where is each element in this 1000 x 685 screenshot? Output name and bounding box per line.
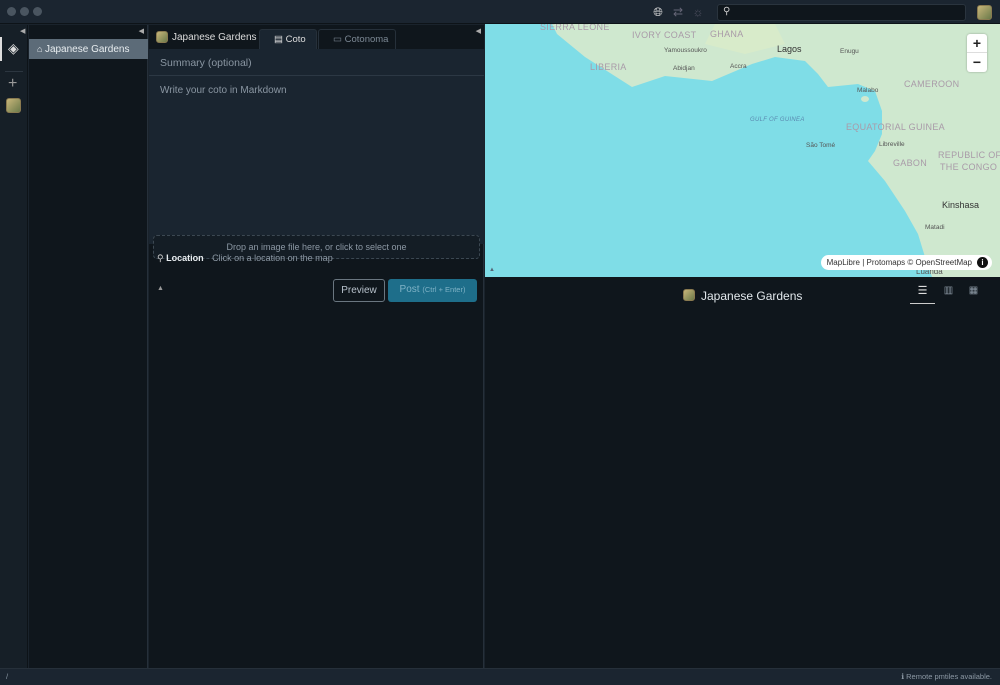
city-label: Malabo <box>857 87 879 94</box>
view-grid-button[interactable]: ▦ <box>961 282 986 304</box>
map-land <box>552 24 1000 277</box>
caret-left-icon[interactable]: ◀ <box>139 27 144 35</box>
city-label: Libreville <box>879 141 905 148</box>
cotonoma-avatar <box>156 31 168 43</box>
city-label: Matadi <box>925 224 945 231</box>
plus-icon[interactable]: + <box>8 75 17 93</box>
map-attribution: MapLibre | Protomaps © OpenStreetMap i <box>820 255 992 270</box>
city-label: Enugu <box>840 48 859 55</box>
country-label: LIBERIA <box>590 62 627 72</box>
user-avatar[interactable] <box>977 5 992 20</box>
search-input[interactable]: ⚲ <box>717 4 966 21</box>
layers-button[interactable]: ◈ <box>0 37 28 61</box>
city-label: São Tomé <box>806 142 836 149</box>
tab-coto[interactable]: ▤ Coto <box>259 29 317 49</box>
timeline-title: Japanese Gardens <box>701 289 803 303</box>
attribution-text[interactable]: MapLibre | Protomaps © OpenStreetMap <box>827 258 972 267</box>
caret-left-icon[interactable]: ◀ <box>476 27 481 35</box>
cotonoma-avatar <box>683 289 695 301</box>
view-rows-button[interactable]: ☰ <box>910 282 935 304</box>
city-label: Accra <box>730 63 747 70</box>
content-textarea[interactable]: Write your coto in Markdown <box>149 77 484 227</box>
tab-cotonoma[interactable]: ▭ Cotonoma <box>318 29 396 49</box>
country-label: SIERRA LEONE <box>540 24 610 32</box>
grid-icon: ▦ <box>968 285 979 296</box>
country-label: THE CONGO <box>940 162 998 172</box>
city-label: Kinshasa <box>942 200 980 210</box>
caret-up-icon[interactable]: ▲ <box>489 267 495 273</box>
coto-editor: Japanese Gardens ▤ Coto ▭ Cotonoma ◀ Sum… <box>149 25 484 668</box>
coto-form: Summary (optional) Write your coto in Ma… <box>149 49 484 259</box>
rows-icon: ☰ <box>917 285 928 297</box>
swap-icon[interactable]: ⇄ <box>671 5 685 19</box>
status-path: / <box>6 672 9 681</box>
map[interactable]: SIERRA LEONE IVORY COAST GHANA LIBERIA C… <box>485 24 1000 277</box>
country-label: CAMEROON <box>904 79 960 89</box>
sun-icon[interactable]: ☼ <box>691 5 705 19</box>
country-label: GABON <box>893 158 928 168</box>
cotonoma-avatar[interactable] <box>6 98 21 113</box>
city-label: Abidjan <box>673 65 695 72</box>
city-label: Yamoussoukro <box>664 47 707 54</box>
minimize-window-button[interactable] <box>20 7 29 16</box>
summary-input[interactable]: Summary (optional) <box>149 49 484 76</box>
maximize-window-button[interactable] <box>33 7 42 16</box>
home-icon: ⌂ <box>37 44 45 54</box>
layers-icon: ◈ <box>8 40 19 56</box>
title-bar: 🌐︎ ⇄ ☼ ⚲ <box>0 0 1000 24</box>
editor-header: Japanese Gardens ▤ Coto ▭ Cotonoma ◀ <box>149 25 484 49</box>
location-hint: Click on a location on the map <box>212 253 333 263</box>
document-icon: ▤ <box>274 34 286 45</box>
country-label: REPUBLIC OF <box>938 150 1000 160</box>
map-pin-icon: ⚲ <box>157 253 164 263</box>
zoom-in-button[interactable]: + <box>967 34 987 53</box>
map-zoom-controls: + − <box>967 34 987 72</box>
country-label: GHANA <box>710 29 744 39</box>
cotonoma-nav: ◀ ⌂ Japanese Gardens <box>29 25 148 668</box>
city-label: Lagos <box>777 44 802 54</box>
location-row: ⚲ Location Click on a location on the ma… <box>157 253 333 264</box>
view-columns-button[interactable]: ▥ <box>936 282 961 304</box>
timeline-pane: Japanese Gardens ☰ ▥ ▦ <box>485 277 1000 668</box>
caret-left-icon[interactable]: ◀ <box>20 27 25 35</box>
location-label: Location <box>166 253 204 263</box>
status-message: ℹ Remote pmtiles available. <box>901 672 992 681</box>
current-cotonoma: Japanese Gardens <box>172 32 257 43</box>
caret-up-icon[interactable]: ▲ <box>157 285 164 292</box>
zoom-out-button[interactable]: − <box>967 53 987 72</box>
columns-icon: ▥ <box>943 285 954 296</box>
sea-label: GULF OF GUINEA <box>750 117 805 123</box>
divider <box>5 71 23 72</box>
nav-item-japanese-gardens[interactable]: ⌂ Japanese Gardens <box>29 39 148 59</box>
preview-button[interactable]: Preview <box>333 279 385 302</box>
sidebar-rail: ◀ ◈ + <box>0 25 28 668</box>
close-window-button[interactable] <box>7 7 16 16</box>
info-icon[interactable]: i <box>977 257 988 268</box>
country-label: IVORY COAST <box>632 30 697 40</box>
globe-icon[interactable]: 🌐︎ <box>651 5 665 19</box>
folder-icon: ▭ <box>333 34 345 45</box>
search-icon: ⚲ <box>723 6 731 17</box>
status-bar: / ℹ Remote pmtiles available. <box>0 668 1000 685</box>
country-label: EQUATORIAL GUINEA <box>846 122 945 132</box>
post-button[interactable]: Post (Ctrl + Enter) <box>388 279 477 302</box>
